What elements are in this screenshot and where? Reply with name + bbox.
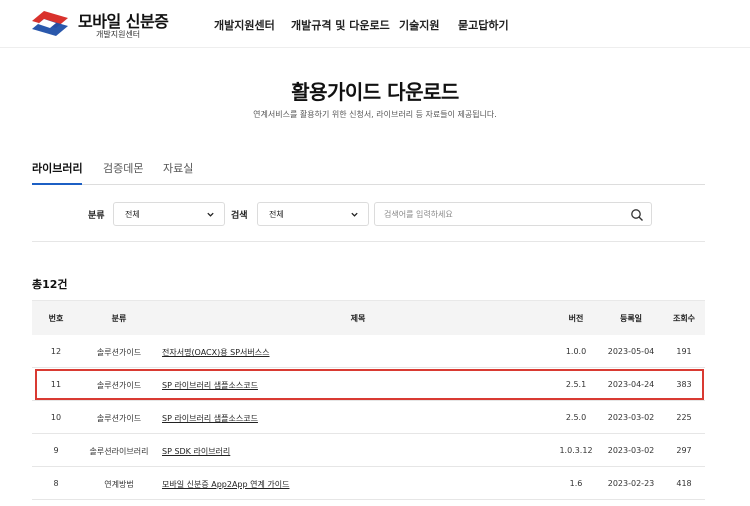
row-version: 1.0.3.12 bbox=[559, 446, 593, 455]
row-category: 솔루션가이드 bbox=[96, 414, 142, 423]
table-row[interactable]: 11 솔루션가이드 SP 라이브러리 샘플소스코드 2.5.1 2023-04-… bbox=[32, 368, 705, 401]
table-row[interactable]: 10 솔루션가이드 SP 라이브러리 샘플소스코드 2.5.0 2023-03-… bbox=[32, 401, 705, 434]
search-field-select-value: 전체 bbox=[269, 210, 284, 219]
row-date: 2023-03-02 bbox=[607, 446, 655, 455]
row-views: 297 bbox=[676, 446, 692, 455]
col-header-title: 제목 bbox=[350, 314, 366, 323]
col-header-views: 조회수 bbox=[672, 314, 696, 323]
row-version: 2.5.1 bbox=[565, 380, 587, 389]
row-version: 1.6 bbox=[569, 479, 583, 488]
row-views: 418 bbox=[676, 479, 692, 488]
row-category: 솔루션라이브러리 bbox=[89, 447, 149, 456]
col-header-version: 버전 bbox=[568, 314, 584, 323]
category-label: 분류 bbox=[88, 211, 105, 221]
row-title-link[interactable]: 모바일 신분증 App2App 연계 가이드 bbox=[162, 479, 289, 490]
row-no: 10 bbox=[50, 413, 62, 422]
tabs-divider bbox=[32, 184, 705, 185]
search-input[interactable] bbox=[384, 207, 624, 222]
site-logo[interactable]: 모바일 신분증 개발지원센터 bbox=[30, 8, 170, 42]
tab-verify-daemon[interactable]: 검증데몬 bbox=[103, 160, 143, 176]
search-icon[interactable] bbox=[630, 208, 644, 222]
active-tab-indicator bbox=[32, 183, 82, 185]
row-category: 솔루션가이드 bbox=[96, 348, 142, 357]
col-header-category: 분류 bbox=[111, 314, 127, 323]
row-date: 2023-03-02 bbox=[607, 413, 655, 422]
filter-divider bbox=[32, 241, 705, 242]
search-label: 검색 bbox=[231, 211, 248, 221]
table-row[interactable]: 12 솔루션가이드 전자서명(OACX)용 SP서버스스 1.0.0 2023-… bbox=[32, 335, 705, 368]
total-count: 총12건 bbox=[32, 278, 68, 291]
table-row[interactable]: 9 솔루션라이브러리 SP SDK 라이브러리 1.0.3.12 2023-03… bbox=[32, 434, 705, 467]
nav-tech-support[interactable]: 기술지원 bbox=[399, 17, 439, 33]
nav-dev-center[interactable]: 개발지원센터 bbox=[214, 17, 275, 33]
row-no: 9 bbox=[53, 446, 59, 455]
row-date: 2023-02-23 bbox=[607, 479, 655, 488]
row-title-link[interactable]: SP 라이브러리 샘플소스코드 bbox=[162, 413, 258, 424]
category-select-value: 전체 bbox=[125, 210, 140, 219]
nav-spec-download[interactable]: 개발규격 및 다운로드 bbox=[291, 17, 390, 33]
chevron-down-icon bbox=[207, 212, 214, 217]
table-header: 번호 분류 제목 버전 등록일 조회수 bbox=[32, 300, 705, 335]
row-title-link[interactable]: SP SDK 라이브러리 bbox=[162, 446, 230, 457]
row-category: 솔루션가이드 bbox=[96, 381, 142, 390]
tab-library[interactable]: 라이브러리 bbox=[32, 160, 83, 176]
row-title-link[interactable]: SP 라이브러리 샘플소스코드 bbox=[162, 380, 258, 391]
row-date: 2023-04-24 bbox=[607, 380, 655, 389]
row-version: 2.5.0 bbox=[565, 413, 587, 422]
category-select[interactable]: 전체 bbox=[113, 202, 225, 226]
col-header-no: 번호 bbox=[48, 314, 64, 323]
row-version: 1.0.0 bbox=[565, 347, 587, 356]
chevron-down-icon bbox=[351, 212, 358, 217]
row-date: 2023-05-04 bbox=[607, 347, 655, 356]
row-views: 383 bbox=[676, 380, 692, 389]
tab-archive[interactable]: 자료실 bbox=[163, 160, 193, 176]
logo-subtitle: 개발지원센터 bbox=[96, 30, 141, 39]
search-box bbox=[374, 202, 652, 226]
page-description: 연계서비스를 활용하기 위한 신청서, 라이브러리 등 자료들이 제공됩니다. bbox=[253, 110, 497, 119]
nav-qna[interactable]: 묻고답하기 bbox=[458, 17, 509, 33]
table-row[interactable]: 8 연계방법 모바일 신분증 App2App 연계 가이드 1.6 2023-0… bbox=[32, 467, 705, 500]
search-field-select[interactable]: 전체 bbox=[257, 202, 369, 226]
row-category: 연계방법 bbox=[104, 480, 134, 489]
row-no: 11 bbox=[50, 380, 62, 389]
site-header: 모바일 신분증 개발지원센터 개발지원센터 개발규격 및 다운로드 기술지원 묻… bbox=[0, 0, 750, 48]
col-header-date: 등록일 bbox=[619, 314, 643, 323]
row-no: 12 bbox=[50, 347, 62, 356]
row-views: 225 bbox=[676, 413, 692, 422]
row-title-link[interactable]: 전자서명(OACX)용 SP서버스스 bbox=[162, 347, 269, 358]
row-views: 191 bbox=[676, 347, 692, 356]
logo-mark-icon bbox=[32, 11, 68, 36]
row-no: 8 bbox=[53, 479, 59, 488]
page-title: 활용가이드 다운로드 bbox=[291, 80, 459, 104]
